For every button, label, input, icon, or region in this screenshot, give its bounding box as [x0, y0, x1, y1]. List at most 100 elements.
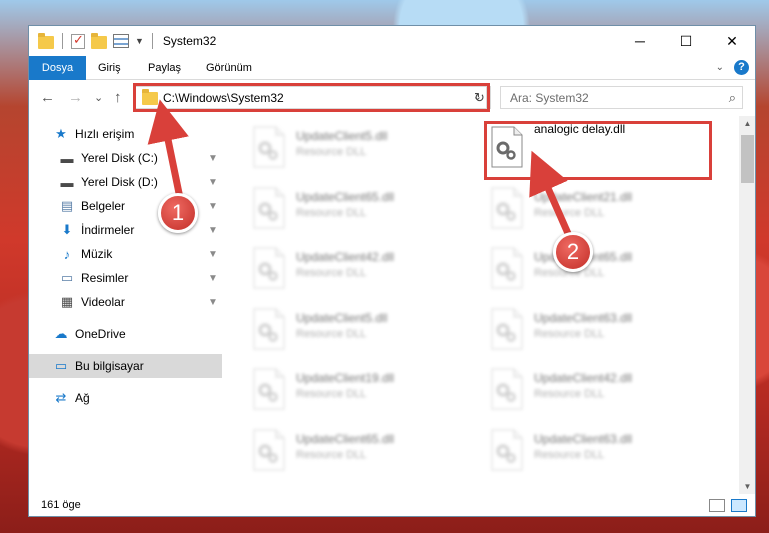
file-item[interactable]: UpdateClient63.dll Resource DLL: [463, 423, 693, 481]
music-icon: ♪: [63, 246, 71, 262]
dll-file-icon: [253, 247, 285, 289]
documents-icon: ▤: [60, 198, 74, 213]
step-1-badge: 1: [158, 193, 198, 233]
file-name: UpdateClient42.dll: [534, 371, 633, 385]
pin-icon: ▼: [208, 152, 218, 164]
sidebar-item-label: Bu bilgisayar: [75, 359, 144, 373]
file-item[interactable]: UpdateClient42.dll Resource DLL: [225, 241, 455, 299]
star-icon: ★: [55, 126, 67, 141]
file-type: Resource DLL: [534, 327, 605, 340]
properties-check-icon[interactable]: [71, 32, 85, 49]
pin-icon: ▼: [208, 224, 218, 236]
sidebar-item-label: Belgeler: [81, 199, 126, 213]
scroll-up-arrow-icon[interactable]: ▲: [739, 119, 755, 128]
file-type: Resource DLL: [296, 448, 367, 461]
file-name: UpdateClient65.dll: [296, 431, 395, 446]
properties-icon[interactable]: [113, 34, 129, 48]
sidebar-item-quick-access[interactable]: ★ Hızlı erişim: [29, 122, 222, 146]
sidebar-item-label: Ağ: [75, 391, 90, 405]
file-name: UpdateClient5.dll: [296, 129, 388, 143]
tab-file[interactable]: Dosya: [29, 56, 86, 80]
scroll-down-arrow-icon[interactable]: ▼: [739, 482, 755, 491]
cloud-icon: ☁: [54, 326, 68, 341]
search-input[interactable]: Ara: System32 ⌕: [500, 86, 743, 109]
new-folder-icon[interactable]: [91, 32, 107, 49]
vertical-scrollbar[interactable]: ▲ ▼: [739, 116, 755, 494]
address-highlight-box: [133, 83, 490, 112]
tab-view[interactable]: Görünüm: [194, 56, 264, 80]
tab-home[interactable]: Giriş: [86, 56, 133, 80]
minimize-button[interactable]: ─: [617, 26, 663, 56]
pin-icon: ▼: [208, 296, 218, 308]
pin-icon: ▼: [208, 248, 218, 260]
back-arrow-icon[interactable]: ←: [40, 89, 55, 106]
dll-file-icon: [253, 308, 285, 349]
file-item[interactable]: UpdateClient21.dll Resource DLL: [463, 181, 693, 239]
dll-file-icon: [253, 368, 285, 410]
scrollbar-thumb[interactable]: [741, 135, 754, 183]
title-bar: ▼ System32 ─ ☐ ✕: [29, 26, 755, 56]
file-type: Resource DLL: [534, 448, 605, 461]
close-button[interactable]: ✕: [709, 26, 755, 56]
sidebar-item-label: Hızlı erişim: [75, 127, 135, 141]
navigation-pane: ★ Hızlı erişim ▬ Yerel Disk (C:) ▼ ▬ Yer…: [29, 122, 222, 494]
help-icon[interactable]: ?: [734, 60, 749, 75]
file-type: Resource DLL: [296, 146, 367, 158]
dll-file-icon: [491, 187, 523, 228]
up-arrow-icon[interactable]: ↑: [114, 89, 122, 106]
maximize-button[interactable]: ☐: [663, 26, 709, 56]
file-name: UpdateClient63.dll: [534, 310, 633, 325]
file-item[interactable]: UpdateClient19.dll Resource DLL: [225, 362, 455, 420]
video-icon: ▦: [60, 294, 74, 309]
dll-file-icon: [253, 429, 285, 470]
file-name: UpdateClient19.dll: [296, 371, 395, 385]
sidebar-item-network[interactable]: ⇄ Ağ: [29, 386, 222, 410]
file-type: Resource DLL: [296, 327, 367, 340]
recent-locations-chevron-icon[interactable]: ⌄: [94, 91, 103, 104]
details-view-button[interactable]: [709, 499, 725, 512]
window-title: System32: [162, 34, 217, 48]
file-type: Resource DLL: [296, 388, 367, 400]
sidebar-item-videos[interactable]: ▦ Videolar ▼: [29, 290, 222, 314]
file-type: Resource DLL: [534, 388, 605, 400]
file-item[interactable]: UpdateClient42.dll Resource DLL: [463, 362, 693, 420]
file-item[interactable]: UpdateClient65.dll Resource DLL: [225, 181, 455, 239]
tab-share[interactable]: Paylaş: [136, 56, 193, 80]
search-placeholder: Ara: System32: [510, 91, 589, 105]
forward-arrow-icon[interactable]: →: [68, 89, 83, 106]
file-item[interactable]: UpdateClient5.dll Resource DLL: [225, 302, 455, 360]
sidebar-item-pictures[interactable]: ▭ Resimler ▼: [29, 266, 222, 290]
customize-toolbar-chevron-icon[interactable]: ▼: [135, 36, 144, 46]
file-name: UpdateClient63.dll: [534, 431, 633, 446]
pin-icon: ▼: [208, 200, 218, 212]
toolbar-separator: [151, 33, 153, 49]
folder-icon: [38, 32, 54, 49]
ribbon-tabs: Dosya Giriş Paylaş Görünüm ⌄ ?: [29, 56, 755, 80]
large-icons-view-button[interactable]: [731, 499, 747, 512]
dll-file-icon: [253, 126, 285, 168]
dll-file-icon: [491, 308, 523, 349]
sidebar-item-local-disk-d[interactable]: ▬ Yerel Disk (D:) ▼: [29, 170, 222, 194]
sidebar-item-local-disk-c[interactable]: ▬ Yerel Disk (C:) ▼: [29, 146, 222, 170]
ribbon-collapse-icon[interactable]: ⌄: [716, 62, 724, 73]
sidebar-item-onedrive[interactable]: ☁ OneDrive: [29, 322, 222, 346]
sidebar-item-music[interactable]: ♪ Müzik ▼: [29, 242, 222, 266]
ribbon-right-controls: ⌄ ?: [716, 60, 749, 75]
file-type: Resource DLL: [296, 267, 367, 279]
drive-icon: ▬: [60, 150, 74, 166]
step-2-badge: 2: [553, 232, 593, 272]
file-type: Resource DLL: [296, 206, 367, 219]
sidebar-item-this-pc[interactable]: ▭ Bu bilgisayar: [29, 354, 222, 378]
dll-file-icon: [253, 187, 285, 228]
pictures-icon: ▭: [60, 270, 74, 285]
search-icon[interactable]: ⌕: [729, 90, 736, 106]
file-highlight-box: [484, 121, 712, 180]
computer-icon: ▭: [54, 358, 68, 373]
file-item[interactable]: UpdateClient63.dll Resource DLL: [463, 302, 693, 360]
file-name: UpdateClient42.dll: [296, 250, 395, 264]
drive-icon: ▬: [60, 174, 74, 190]
file-item[interactable]: UpdateClient65.dll Resource DLL: [225, 423, 455, 481]
sidebar-item-label: OneDrive: [75, 327, 126, 341]
file-type: Resource DLL: [534, 206, 605, 219]
file-item[interactable]: UpdateClient5.dll Resource DLL: [225, 120, 455, 178]
